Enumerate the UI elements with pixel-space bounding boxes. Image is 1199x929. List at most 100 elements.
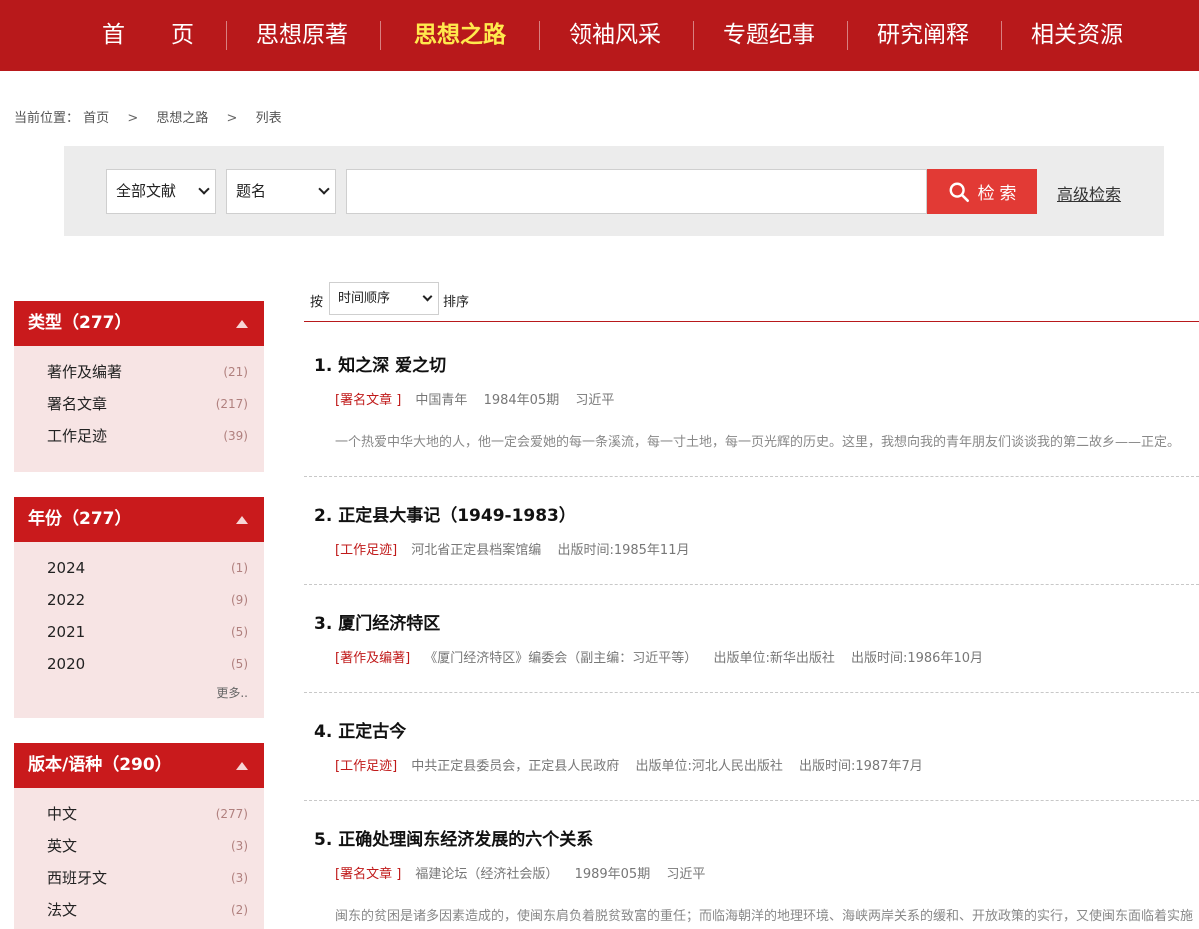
nav-leader-style[interactable]: 领袖风采 — [553, 0, 677, 71]
facet-language-header[interactable]: 版本/语种（290） — [14, 743, 264, 788]
result-author: 习近平 — [666, 867, 706, 882]
field-select[interactable]: 题名 — [226, 169, 336, 214]
result-source: 中共正定县委员会，正定县人民政府 — [411, 759, 620, 774]
facet-item-count: (21) — [223, 365, 248, 379]
facet-item[interactable]: 2021 (5) — [14, 616, 264, 648]
chevron-down-icon — [422, 291, 433, 302]
facet-item-count: (5) — [231, 625, 248, 639]
search-button-label: 检 索 — [977, 184, 1017, 203]
breadcrumb-prefix: 当前位置： — [14, 111, 80, 126]
scope-select[interactable]: 全部文献 — [106, 169, 216, 214]
top-navigation: 首 页 思想原著 思想之路 领袖风采 专题纪事 研究阐释 相关资源 — [0, 0, 1199, 71]
nav-resources[interactable]: 相关资源 — [1015, 0, 1139, 71]
nav-original-works[interactable]: 思想原著 — [240, 0, 364, 71]
result-title[interactable]: 3. 厦门经济特区 — [314, 609, 440, 634]
facet-type: 类型（277） 著作及编著 (21) 署名文章 (217) 工作足迹 (39) — [14, 301, 264, 472]
result-meta: [著作及编著] 《厦门经济特区》编委会（副主编：习近平等） 出版单位:新华出版社… — [335, 647, 995, 666]
chevron-down-icon — [198, 183, 210, 195]
facet-year-header[interactable]: 年份（277） — [14, 497, 264, 542]
facet-item[interactable]: 著作及编著 (21) — [14, 356, 264, 388]
nav-special-topics[interactable]: 专题纪事 — [707, 0, 831, 71]
facet-item[interactable]: 中文 (277) — [14, 798, 264, 830]
sort-divider — [304, 321, 1199, 322]
result-type-tag[interactable]: [著作及编著] — [335, 651, 410, 666]
search-panel: 全部文献 题名 检 索 高级检索 — [64, 146, 1164, 236]
nav-divider — [693, 21, 694, 50]
result-type-tag[interactable]: [署名文章 ] — [335, 393, 401, 408]
result-meta: [工作足迹] 河北省正定县档案馆编 出版时间:1985年11月 — [335, 539, 701, 558]
facet-item[interactable]: 工作足迹 (39) — [14, 420, 264, 452]
result-meta: [工作足迹] 中共正定县委员会，正定县人民政府 出版单位:河北人民出版社 出版时… — [335, 755, 935, 774]
facet-more-link[interactable]: 更多.. — [14, 680, 264, 706]
nav-divider — [380, 21, 381, 50]
result-date: 出版时间:1986年10月 — [850, 651, 983, 666]
facet-title: 年份（277） — [28, 509, 132, 529]
facet-item-count: (2) — [231, 903, 248, 917]
facet-type-header[interactable]: 类型（277） — [14, 301, 264, 346]
facet-item-count: (277) — [215, 807, 248, 821]
result-item: 1. 知之深 爱之切 [署名文章 ] 中国青年 1984年05期 习近平 一个热… — [304, 351, 1199, 477]
facet-item-count: (3) — [231, 871, 248, 885]
result-source: 中国青年 — [415, 393, 468, 408]
search-button[interactable]: 检 索 — [927, 169, 1037, 214]
nav-divider — [226, 21, 227, 50]
result-type-tag[interactable]: [工作足迹] — [335, 759, 397, 774]
breadcrumb-separator: > — [226, 111, 238, 126]
result-item: 5. 正确处理闽东经济发展的六个关系 [署名文章 ] 福建论坛（经济社会版） 1… — [304, 825, 1199, 929]
facet-item-label: 中文 — [47, 805, 78, 823]
result-title[interactable]: 4. 正定古今 — [314, 717, 406, 742]
result-source: 《厦门经济特区》编委会（副主编：习近平等） — [424, 651, 698, 666]
facet-item-count: (9) — [231, 593, 248, 607]
result-type-tag[interactable]: [署名文章 ] — [335, 867, 401, 882]
advanced-search-link[interactable]: 高级检索 — [1057, 181, 1121, 205]
facet-item[interactable]: 法文 (2) — [14, 894, 264, 926]
facet-item[interactable]: 2024 (1) — [14, 552, 264, 584]
result-title[interactable]: 1. 知之深 爱之切 — [314, 351, 446, 376]
result-title[interactable]: 5. 正确处理闽东经济发展的六个关系 — [314, 825, 593, 850]
facet-item-label: 署名文章 — [47, 395, 108, 413]
result-item: 2. 正定县大事记（1949-1983） [工作足迹] 河北省正定县档案馆编 出… — [304, 501, 1199, 585]
result-publisher: 出版单位:河北人民出版社 — [635, 759, 783, 774]
facet-item[interactable]: 2022 (9) — [14, 584, 264, 616]
result-title[interactable]: 2. 正定县大事记（1949-1983） — [314, 501, 576, 526]
facet-item[interactable]: 英文 (3) — [14, 830, 264, 862]
search-input[interactable] — [346, 169, 927, 214]
result-item: 3. 厦门经济特区 [著作及编著] 《厦门经济特区》编委会（副主编：习近平等） … — [304, 609, 1199, 693]
facet-item[interactable]: 署名文章 (217) — [14, 388, 264, 420]
result-abstract: 闽东的贫困是诸多因素造成的，使闽东肩负着脱贫致富的重任；而临海朝洋的地理环境、海… — [335, 909, 1194, 924]
sort-select[interactable]: 时间顺序 — [329, 282, 439, 315]
result-item: 4. 正定古今 [工作足迹] 中共正定县委员会，正定县人民政府 出版单位:河北人… — [304, 717, 1199, 801]
result-author: 习近平 — [575, 393, 615, 408]
facet-item-count: (217) — [215, 397, 248, 411]
breadcrumb-home[interactable]: 首页 — [83, 111, 109, 126]
result-issue: 1984年05期 — [483, 393, 560, 408]
result-type-tag[interactable]: [工作足迹] — [335, 543, 397, 558]
result-meta: [署名文章 ] 中国青年 1984年05期 习近平 — [335, 389, 626, 408]
facet-item-count: (3) — [231, 839, 248, 853]
facet-item-count: (5) — [231, 657, 248, 671]
result-date: 出版时间:1987年7月 — [798, 759, 923, 774]
result-meta: [署名文章 ] 福建论坛（经济社会版） 1989年05期 习近平 — [335, 863, 717, 882]
breadcrumb-separator: > — [127, 111, 139, 126]
nav-thought-path[interactable]: 思想之路 — [394, 0, 526, 71]
nav-divider — [1001, 21, 1002, 50]
breadcrumb-thought-path[interactable]: 思想之路 — [156, 111, 208, 126]
facet-item-label: 2024 — [47, 559, 86, 577]
facet-item-label: 2022 — [47, 591, 86, 609]
field-select-value: 题名 — [236, 182, 267, 200]
sort-prefix: 按 — [310, 295, 324, 310]
facet-item-label: 2020 — [47, 655, 86, 673]
collapse-triangle-icon[interactable] — [236, 762, 248, 770]
collapse-triangle-icon[interactable] — [236, 320, 248, 328]
nav-research[interactable]: 研究阐释 — [861, 0, 985, 71]
facet-item[interactable]: 西班牙文 (3) — [14, 862, 264, 894]
nav-divider — [847, 21, 848, 50]
collapse-triangle-icon[interactable] — [236, 516, 248, 524]
facet-title: 类型（277） — [28, 313, 132, 333]
facet-language: 版本/语种（290） 中文 (277) 英文 (3) 西班牙文 (3) 法文 (2) — [14, 743, 264, 929]
facet-item-label: 法文 — [47, 901, 78, 919]
nav-home[interactable]: 首 页 — [86, 0, 210, 71]
facet-item-label: 著作及编著 — [47, 363, 123, 381]
facet-item-label: 工作足迹 — [47, 427, 108, 445]
facet-item[interactable]: 2020 (5) — [14, 648, 264, 680]
